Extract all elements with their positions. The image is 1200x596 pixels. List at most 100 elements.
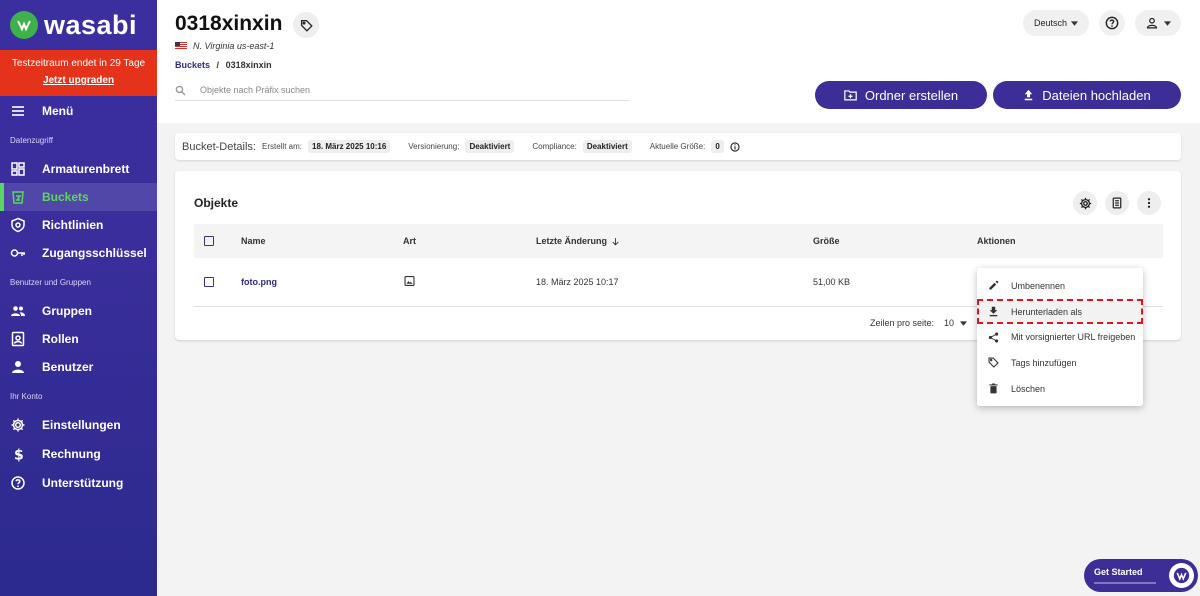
menu-toggle[interactable]: Menü bbox=[0, 97, 157, 125]
sidebar-item-label: Benutzer bbox=[42, 360, 94, 374]
search-icon bbox=[175, 85, 186, 95]
dashboard-icon bbox=[11, 162, 25, 176]
info-icon[interactable] bbox=[730, 141, 740, 152]
upload-files-button[interactable]: Dateien hochladen bbox=[993, 81, 1181, 109]
sidebar-item-groups[interactable]: Gruppen bbox=[0, 297, 157, 325]
upgrade-link[interactable]: Jetzt upgraden bbox=[0, 75, 157, 86]
help-button[interactable] bbox=[1099, 10, 1125, 36]
create-folder-button[interactable]: Ordner erstellen bbox=[815, 81, 987, 109]
search-input[interactable]: Objekte nach Präfix suchen bbox=[200, 85, 310, 95]
user-menu-button[interactable] bbox=[1135, 10, 1181, 36]
rows-per-page-select[interactable]: 10 bbox=[944, 318, 968, 328]
breadcrumb-buckets-link[interactable]: Buckets bbox=[175, 60, 210, 70]
sidebar-item-dashboard[interactable]: Armaturenbrett bbox=[0, 155, 157, 183]
table-header: Name Art Letzte Änderung Größe Aktionen bbox=[194, 224, 1163, 258]
breadcrumb-current: 0318xinxin bbox=[225, 60, 272, 70]
create-folder-label: Ordner erstellen bbox=[864, 87, 959, 103]
row-modified: 18. März 2025 10:17 bbox=[536, 277, 619, 287]
hamburger-icon bbox=[12, 106, 24, 116]
row-size: 51,00 KB bbox=[813, 277, 851, 287]
sidebar-item-label: Rechnung bbox=[42, 447, 101, 461]
size-label: Aktuelle Größe: bbox=[649, 142, 706, 151]
tag-icon bbox=[988, 357, 999, 369]
edit-tags-button[interactable] bbox=[293, 12, 319, 38]
shield-icon bbox=[11, 217, 25, 233]
brand-name: wasabi bbox=[44, 9, 138, 40]
search-field[interactable]: Objekte nach Präfix suchen bbox=[175, 80, 629, 101]
menu-item-download-as[interactable]: Herunterladen als bbox=[977, 298, 1143, 325]
breadcrumb-separator: / bbox=[216, 60, 220, 70]
help-icon bbox=[11, 476, 25, 490]
download-icon bbox=[989, 306, 998, 317]
sidebar-item-label: Einstellungen bbox=[42, 418, 121, 432]
sidebar: wasabi Testzeitraum endet in 29 Tage Jet… bbox=[0, 0, 157, 596]
settings-button[interactable] bbox=[1073, 191, 1097, 215]
menu-item-share-presigned[interactable]: Mit vorsignierter URL freigeben bbox=[977, 324, 1143, 350]
column-view-button[interactable] bbox=[1105, 191, 1129, 215]
menu-item-label: Mit vorsignierter URL freigeben bbox=[1011, 332, 1136, 343]
created-label: Erstellt am: bbox=[261, 142, 302, 151]
menu-item-label: Herunterladen als bbox=[1011, 306, 1083, 317]
select-all-checkbox[interactable] bbox=[204, 236, 214, 246]
compliance-label: Compliance: bbox=[532, 142, 577, 151]
menu-item-rename[interactable]: Umbenennen bbox=[977, 273, 1143, 299]
versioning-value: Deaktiviert bbox=[465, 140, 515, 153]
sidebar-item-label: Buckets bbox=[42, 190, 89, 204]
menu-item-add-tags[interactable]: Tags hinzufügen bbox=[977, 350, 1143, 376]
created-value: 18. März 2025 10:16 bbox=[308, 140, 391, 153]
breadcrumb: Buckets / 0318xinxin bbox=[175, 60, 272, 70]
sidebar-item-buckets[interactable]: Buckets bbox=[0, 183, 157, 211]
bucket-details: Bucket-Details: Erstellt am: 18. März 20… bbox=[175, 133, 1181, 160]
sidebar-item-access-keys[interactable]: Zugangsschlüssel bbox=[0, 239, 157, 267]
menu-label: Menü bbox=[42, 104, 74, 118]
group-icon bbox=[11, 306, 25, 316]
sidebar-item-label: Richtlinien bbox=[42, 218, 104, 232]
sidebar-item-label: Zugangsschlüssel bbox=[42, 246, 147, 260]
badge-icon bbox=[11, 331, 25, 347]
versioning-label: Versionierung: bbox=[408, 142, 460, 151]
language-select[interactable]: Deutsch bbox=[1023, 10, 1089, 36]
region-label: N. Virginia us-east-1 bbox=[175, 41, 274, 51]
menu-item-delete[interactable]: Löschen bbox=[977, 376, 1143, 402]
more-options-button[interactable] bbox=[1137, 191, 1161, 215]
get-started-widget[interactable]: Get Started bbox=[1084, 559, 1198, 592]
menu-item-label: Umbenennen bbox=[1011, 280, 1066, 291]
sidebar-item-users[interactable]: Benutzer bbox=[0, 353, 157, 381]
gear-icon bbox=[1079, 197, 1091, 209]
wasabi-logo[interactable]: wasabi bbox=[0, 0, 157, 50]
column-header-type: Art bbox=[403, 236, 416, 246]
compliance-value: Deaktiviert bbox=[582, 140, 632, 153]
sidebar-item-label: Gruppen bbox=[42, 304, 92, 318]
column-header-modified[interactable]: Letzte Änderung bbox=[536, 236, 620, 246]
bucket-details-title: Bucket-Details: bbox=[182, 140, 256, 153]
menu-item-label: Löschen bbox=[1011, 383, 1046, 394]
sort-down-icon bbox=[612, 237, 619, 246]
caret-down-icon bbox=[1163, 20, 1171, 26]
folder-plus-icon bbox=[844, 90, 857, 101]
person-icon bbox=[12, 361, 24, 373]
bucket-icon bbox=[12, 191, 24, 204]
dollar-icon: $ bbox=[14, 448, 24, 463]
file-name-link[interactable]: foto.png bbox=[241, 277, 277, 287]
row-checkbox[interactable] bbox=[204, 277, 214, 287]
sidebar-item-support[interactable]: Unterstützung bbox=[0, 469, 157, 497]
sidebar-item-billing[interactable]: $ Rechnung bbox=[0, 440, 157, 468]
trash-icon bbox=[989, 383, 998, 394]
sidebar-item-roles[interactable]: Rollen bbox=[0, 325, 157, 353]
pencil-icon bbox=[989, 281, 999, 290]
sidebar-item-label: Rollen bbox=[42, 332, 79, 346]
wasabi-logo-icon bbox=[10, 11, 38, 39]
section-label-users-groups: Benutzer und Gruppen bbox=[10, 277, 91, 287]
objects-title: Objekte bbox=[194, 196, 239, 210]
sidebar-item-policies[interactable]: Richtlinien bbox=[0, 211, 157, 239]
sidebar-item-settings[interactable]: Einstellungen bbox=[0, 411, 157, 439]
section-label-data-access: Datenzugriff bbox=[10, 135, 53, 145]
trial-banner: Testzeitraum endet in 29 Tage Jetzt upgr… bbox=[0, 50, 157, 96]
get-started-progress bbox=[1094, 582, 1156, 584]
wasabi-logo-icon bbox=[1169, 563, 1194, 588]
size-value: 0 bbox=[711, 140, 724, 153]
page-header: 0318xinxin N. Virginia us-east-1 Buckets… bbox=[157, 0, 1200, 123]
column-header-name[interactable]: Name bbox=[241, 236, 266, 246]
share-icon bbox=[988, 332, 999, 343]
rows-per-page-label: Zeilen pro seite: bbox=[870, 318, 935, 328]
